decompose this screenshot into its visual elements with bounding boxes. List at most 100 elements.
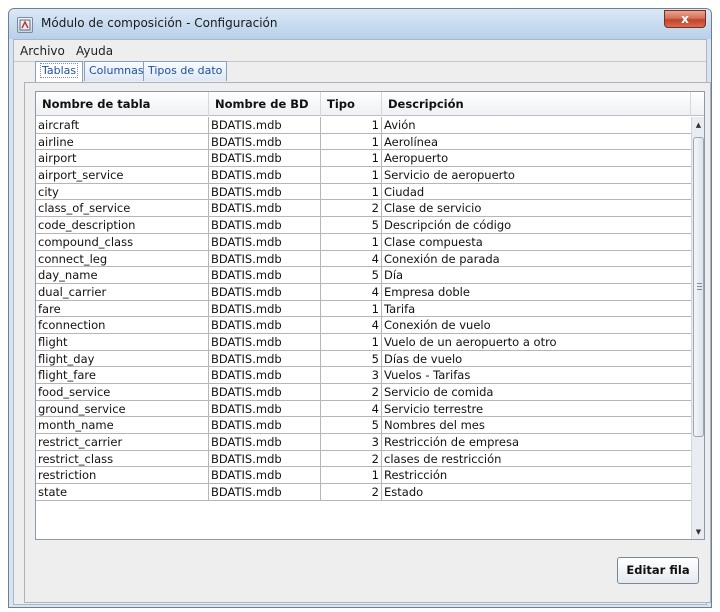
cell-db-name[interactable]: BDATIS.mdb	[209, 150, 321, 168]
cell-type[interactable]: 5	[321, 350, 382, 368]
cell-table-name[interactable]: ground_service	[36, 400, 209, 418]
cell-table-name[interactable]: restrict_carrier	[36, 434, 209, 451]
cell-table-name[interactable]: dual_carrier	[36, 283, 209, 301]
table-row[interactable]: flight_fare BDATIS.mdb 3 Vuelos - Tarifas	[36, 367, 703, 384]
cell-table-name[interactable]: food_service	[36, 384, 209, 401]
cell-db-name[interactable]: BDATIS.mdb	[209, 350, 321, 368]
cell-table-name[interactable]: aircraft	[36, 117, 209, 134]
tab-columnas[interactable]: Columnas	[84, 61, 149, 81]
cell-description[interactable]: Día	[382, 267, 703, 284]
cell-type[interactable]: 2	[321, 450, 382, 468]
cell-type[interactable]: 2	[321, 200, 382, 218]
column-header-descripcion[interactable]: Descripción	[382, 92, 691, 116]
cell-description[interactable]: Servicio terrestre	[382, 400, 703, 418]
cell-table-name[interactable]: connect_leg	[36, 250, 209, 268]
cell-description[interactable]: Ciudad	[382, 183, 703, 201]
cell-type[interactable]: 2	[321, 484, 382, 501]
cell-description[interactable]: Días de vuelo	[382, 350, 703, 368]
cell-table-name[interactable]: restriction	[36, 467, 209, 485]
cell-db-name[interactable]: BDATIS.mdb	[209, 283, 321, 301]
cell-db-name[interactable]: BDATIS.mdb	[209, 450, 321, 468]
table-row[interactable]: flight_day BDATIS.mdb 5 Días de vuelo	[36, 350, 703, 368]
edit-row-button[interactable]: Editar fila	[617, 557, 699, 584]
cell-db-name[interactable]: BDATIS.mdb	[209, 367, 321, 384]
cell-type[interactable]: 3	[321, 434, 382, 451]
cell-table-name[interactable]: airport_service	[36, 167, 209, 184]
cell-description[interactable]: Aerolínea	[382, 133, 703, 151]
table-row[interactable]: aircraft BDATIS.mdb 1 Avión	[36, 117, 703, 134]
close-button[interactable]: x	[664, 10, 706, 28]
cell-type[interactable]: 1	[321, 133, 382, 151]
table-row[interactable]: day_name BDATIS.mdb 5 Día	[36, 267, 703, 284]
cell-table-name[interactable]: city	[36, 183, 209, 201]
cell-table-name[interactable]: flight_fare	[36, 367, 209, 384]
cell-description[interactable]: Clase compuesta	[382, 233, 703, 251]
cell-description[interactable]: Clase de servicio	[382, 200, 703, 218]
cell-description[interactable]: Avión	[382, 117, 703, 134]
cell-description[interactable]: Vuelos - Tarifas	[382, 367, 703, 384]
table-row[interactable]: code_description BDATIS.mdb 5 Descripción d…	[36, 217, 703, 234]
cell-type[interactable]: 5	[321, 217, 382, 234]
cell-db-name[interactable]: BDATIS.mdb	[209, 484, 321, 501]
cell-db-name[interactable]: BDATIS.mdb	[209, 400, 321, 418]
cell-db-name[interactable]: BDATIS.mdb	[209, 233, 321, 251]
cell-type[interactable]: 4	[321, 317, 382, 334]
table-row[interactable]: airport_service BDATIS.mdb 1 Servicio de ae…	[36, 167, 703, 184]
cell-type[interactable]: 1	[321, 150, 382, 168]
scroll-up-arrow-icon[interactable]: ▲	[692, 117, 704, 133]
table-row[interactable]: restriction BDATIS.mdb 1 Restricción	[36, 467, 703, 485]
cell-type[interactable]: 4	[321, 283, 382, 301]
cell-type[interactable]: 5	[321, 417, 382, 435]
cell-description[interactable]: Conexión de parada	[382, 250, 703, 268]
cell-description[interactable]: Aeropuerto	[382, 150, 703, 168]
cell-description[interactable]: Empresa doble	[382, 283, 703, 301]
cell-table-name[interactable]: fare	[36, 300, 209, 318]
tab-tipos-de-dato[interactable]: Tipos de dato	[143, 61, 228, 81]
table-row[interactable]: airline BDATIS.mdb 1 Aerolínea	[36, 133, 703, 151]
cell-db-name[interactable]: BDATIS.mdb	[209, 467, 321, 485]
cell-description[interactable]: Conexión de vuelo	[382, 317, 703, 334]
cell-description[interactable]: Vuelo de un aeropuerto a otro	[382, 333, 703, 351]
cell-description[interactable]: Restricción de empresa	[382, 434, 703, 451]
cell-description[interactable]: Servicio de comida	[382, 384, 703, 401]
cell-type[interactable]: 1	[321, 183, 382, 201]
table-row[interactable]: fconnection BDATIS.mdb 4 Conexión de vuelo	[36, 317, 703, 334]
cell-db-name[interactable]: BDATIS.mdb	[209, 434, 321, 451]
cell-db-name[interactable]: BDATIS.mdb	[209, 384, 321, 401]
cell-table-name[interactable]: code_description	[36, 217, 209, 234]
cell-type[interactable]: 1	[321, 167, 382, 184]
cell-table-name[interactable]: class_of_service	[36, 200, 209, 218]
cell-table-name[interactable]: airline	[36, 133, 209, 151]
table-row[interactable]: compound_class BDATIS.mdb 1 Clase compuesta	[36, 233, 703, 251]
cell-type[interactable]: 1	[321, 300, 382, 318]
cell-db-name[interactable]: BDATIS.mdb	[209, 167, 321, 184]
cell-db-name[interactable]: BDATIS.mdb	[209, 217, 321, 234]
cell-type[interactable]: 4	[321, 250, 382, 268]
scrollbar-thumb[interactable]	[693, 137, 704, 437]
column-header-nombre-de-tabla[interactable]: Nombre de tabla	[36, 92, 209, 116]
cell-table-name[interactable]: airport	[36, 150, 209, 168]
table-row[interactable]: city BDATIS.mdb 1 Ciudad	[36, 183, 703, 201]
table-row[interactable]: restrict_carrier BDATIS.mdb 3 Restricción d…	[36, 434, 703, 451]
cell-db-name[interactable]: BDATIS.mdb	[209, 133, 321, 151]
cell-db-name[interactable]: BDATIS.mdb	[209, 200, 321, 218]
cell-table-name[interactable]: flight_day	[36, 350, 209, 368]
cell-db-name[interactable]: BDATIS.mdb	[209, 333, 321, 351]
cell-db-name[interactable]: BDATIS.mdb	[209, 183, 321, 201]
cell-table-name[interactable]: state	[36, 484, 209, 501]
cell-description[interactable]: Tarifa	[382, 300, 703, 318]
cell-db-name[interactable]: BDATIS.mdb	[209, 250, 321, 268]
cell-table-name[interactable]: day_name	[36, 267, 209, 284]
table-row[interactable]: class_of_service BDATIS.mdb 2 Clase de serv…	[36, 200, 703, 218]
table-row[interactable]: state BDATIS.mdb 2 Estado	[36, 484, 703, 501]
cell-db-name[interactable]: BDATIS.mdb	[209, 267, 321, 284]
column-header-tipo[interactable]: Tipo	[321, 92, 382, 116]
cell-table-name[interactable]: month_name	[36, 417, 209, 435]
cell-type[interactable]: 3	[321, 367, 382, 384]
cell-type[interactable]: 4	[321, 400, 382, 418]
cell-description[interactable]: Servicio de aeropuerto	[382, 167, 703, 184]
cell-description[interactable]: Restricción	[382, 467, 703, 485]
table-row[interactable]: food_service BDATIS.mdb 2 Servicio de comid…	[36, 384, 703, 401]
table-row[interactable]: fare BDATIS.mdb 1 Tarifa	[36, 300, 703, 318]
cell-type[interactable]: 1	[321, 117, 382, 134]
